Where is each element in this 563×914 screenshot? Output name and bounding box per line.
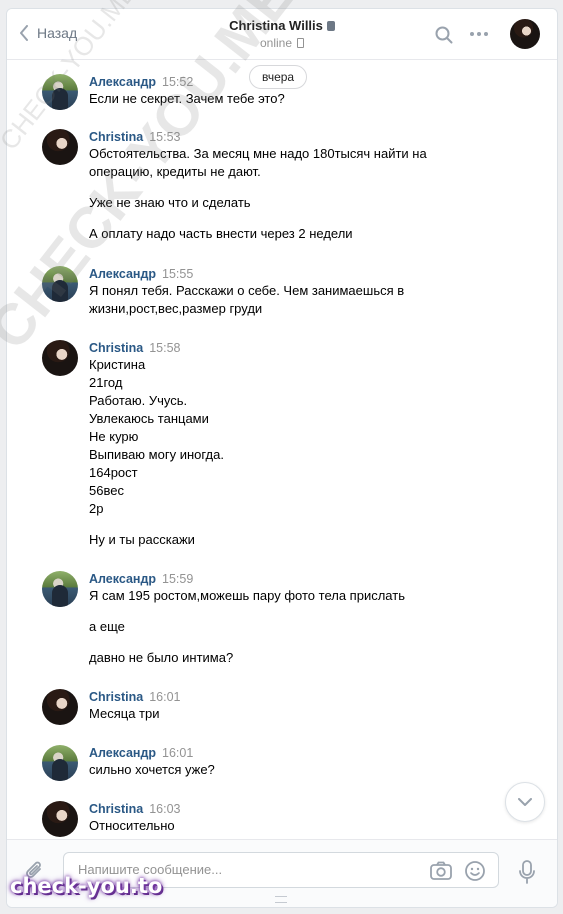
chat-header: Назад Christina Willis online [7, 9, 557, 60]
message-text: 21год [89, 375, 123, 390]
message-text: 2р [89, 501, 104, 516]
author-avatar[interactable] [42, 74, 78, 110]
peer-name: Christina Willis [229, 18, 323, 33]
author-name[interactable]: Александр [89, 746, 156, 760]
author-avatar[interactable] [42, 689, 78, 725]
author-name[interactable]: Christina [89, 341, 143, 355]
message-text: Кристина [89, 357, 146, 372]
message-text: сильно хочется уже? [89, 762, 215, 777]
message-text: Увлекаюсь танцами [89, 411, 209, 426]
chevron-down-icon [518, 797, 532, 806]
message-text: Ну и ты расскажи [89, 532, 195, 547]
message-text: Не курю [89, 429, 139, 444]
author-name[interactable]: Christina [89, 130, 143, 144]
author-name[interactable]: Christina [89, 690, 143, 704]
search-icon[interactable] [435, 26, 453, 44]
peer-avatar[interactable] [510, 19, 540, 49]
author-name[interactable]: Александр [89, 267, 156, 281]
author-avatar[interactable] [42, 340, 78, 376]
message-text: Я сам 195 ростом,можешь пару фото тела п… [89, 588, 405, 603]
author-avatar[interactable] [42, 745, 78, 781]
message-text: Выпиваю могу иногда. [89, 447, 224, 462]
message-text: Относительно [89, 818, 175, 833]
message-time[interactable]: 15:59 [162, 572, 193, 586]
author-avatar[interactable] [42, 129, 78, 165]
back-button[interactable]: Назад [19, 25, 77, 41]
author-name[interactable]: Christina [89, 802, 143, 816]
message-time[interactable]: 16:01 [162, 746, 193, 760]
message-text: Работаю. Учусь. [89, 393, 188, 408]
message-text: 164рост [89, 465, 138, 480]
message-time[interactable]: 15:52 [162, 75, 193, 89]
chevron-left-icon [20, 25, 28, 41]
message-text: давно не было интима? [89, 650, 234, 665]
author-avatar[interactable] [42, 266, 78, 302]
message-text: Я понял тебя. Расскажи о себе. Чем заним… [89, 283, 405, 298]
author-avatar[interactable] [42, 801, 78, 837]
chat-window: Назад Christina Willis online вчера Алек… [6, 8, 558, 908]
message-text: Месяца три [89, 706, 160, 721]
message-time[interactable]: 15:55 [162, 267, 193, 281]
peer-info[interactable]: Christina Willis online [157, 18, 407, 50]
message-text: Если не секрет. Зачем тебе это? [89, 91, 285, 106]
message-text: А оплату надо часть внести через 2 недел… [89, 226, 353, 241]
message-history: вчера Александр 15:52 Если не секрет. Заче… [7, 59, 557, 839]
resize-handle[interactable] [275, 896, 287, 903]
author-avatar[interactable] [42, 571, 78, 607]
message-time[interactable]: 15:58 [149, 341, 180, 355]
back-label: Назад [37, 25, 78, 41]
message-text: жизни,рост,вес,размер груди [89, 301, 263, 316]
message-time[interactable]: 16:01 [149, 690, 180, 704]
message-text: Обстоятельства. За месяц мне надо 180тыс… [89, 146, 427, 161]
more-icon[interactable] [470, 32, 488, 36]
message-text: 56вес [89, 483, 124, 498]
message-time[interactable]: 16:03 [149, 802, 180, 816]
message-text: а еще [89, 619, 125, 634]
watermark-badge: check-you.to [10, 874, 163, 898]
author-name[interactable]: Александр [89, 572, 156, 586]
message-time[interactable]: 15:53 [149, 130, 180, 144]
date-separator: вчера [249, 65, 308, 89]
microphone-icon[interactable] [519, 860, 535, 884]
author-name[interactable]: Александр [89, 75, 156, 89]
mobile-icon [297, 38, 305, 48]
message-text: Уже не знаю что и сделать [89, 195, 251, 210]
message-text: операцию, кредиты не дают. [89, 164, 261, 179]
emoji-icon[interactable] [464, 860, 486, 882]
camera-icon[interactable] [430, 861, 452, 881]
scroll-down-button[interactable] [505, 782, 545, 822]
lock-icon [326, 21, 335, 31]
peer-status: online [259, 36, 293, 50]
